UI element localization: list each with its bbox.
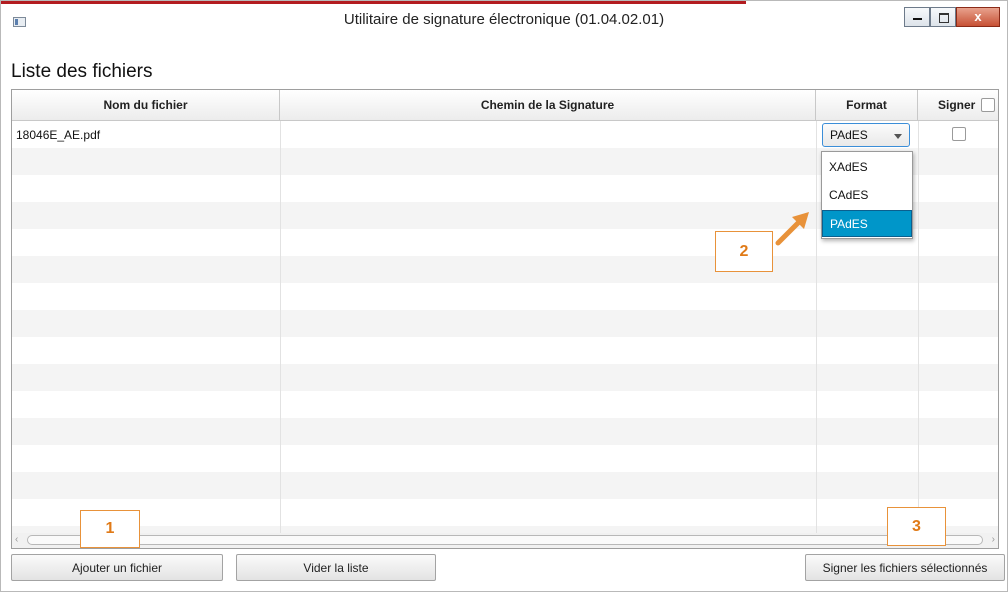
column-divider	[918, 121, 919, 533]
table-row	[12, 364, 998, 391]
format-option-cades[interactable]: CAdES	[822, 182, 912, 209]
table-row	[12, 472, 998, 499]
chevron-down-icon	[894, 134, 902, 139]
column-header-sign: Signer	[918, 90, 998, 120]
sign-selected-button[interactable]: Signer les fichiers sélectionnés	[805, 554, 1005, 581]
app-window: Utilitaire de signature électronique (01…	[0, 0, 1008, 592]
sign-checkbox[interactable]	[952, 127, 966, 141]
maximize-button[interactable]	[930, 7, 956, 27]
scroll-left-icon[interactable]: ‹	[15, 534, 18, 545]
callout-arrow-icon	[775, 212, 809, 246]
minimize-button[interactable]	[904, 7, 930, 27]
column-header-file-name[interactable]: Nom du fichier	[12, 90, 280, 120]
column-divider	[816, 121, 817, 533]
table-row[interactable]: 18046E_AE.pdf PAdES	[12, 121, 998, 148]
window-title: Utilitaire de signature électronique (01…	[343, 11, 665, 28]
callout-3: 3	[887, 507, 946, 546]
callout-1: 1	[80, 510, 140, 548]
table-row	[12, 391, 998, 418]
title-bar[interactable]: Utilitaire de signature électronique (01…	[1, 4, 1007, 37]
column-header-signature-path[interactable]: Chemin de la Signature	[280, 90, 816, 120]
table-row	[12, 256, 998, 283]
file-name-cell: 18046E_AE.pdf	[16, 128, 101, 142]
format-combobox-value: PAdES	[830, 128, 868, 142]
table-row	[12, 310, 998, 337]
scroll-right-icon[interactable]: ›	[992, 534, 995, 545]
add-file-button[interactable]: Ajouter un fichier	[11, 554, 223, 581]
format-option-xades[interactable]: XAdES	[822, 154, 912, 181]
horizontal-scrollbar[interactable]: ‹ ›	[12, 533, 998, 548]
scrollbar-thumb[interactable]	[27, 535, 983, 545]
table-row	[12, 418, 998, 445]
table-row	[12, 499, 998, 526]
table-row	[12, 283, 998, 310]
table-row	[12, 337, 998, 364]
format-option-pades[interactable]: PAdES	[822, 210, 912, 237]
clear-list-button[interactable]: Vider la liste	[236, 554, 436, 581]
format-dropdown-list: XAdES CAdES PAdES	[821, 151, 913, 239]
table-header: Nom du fichier Chemin de la Signature Fo…	[12, 90, 998, 121]
format-combobox[interactable]: PAdES	[822, 123, 910, 147]
column-header-sign-label: Signer	[938, 98, 976, 112]
column-header-format[interactable]: Format	[816, 90, 918, 120]
table-row	[12, 445, 998, 472]
column-divider	[280, 121, 281, 533]
close-button[interactable]: x	[956, 7, 1000, 27]
select-all-checkbox[interactable]	[981, 98, 995, 112]
page-title: Liste des fichiers	[11, 61, 153, 82]
callout-2: 2	[715, 231, 773, 272]
